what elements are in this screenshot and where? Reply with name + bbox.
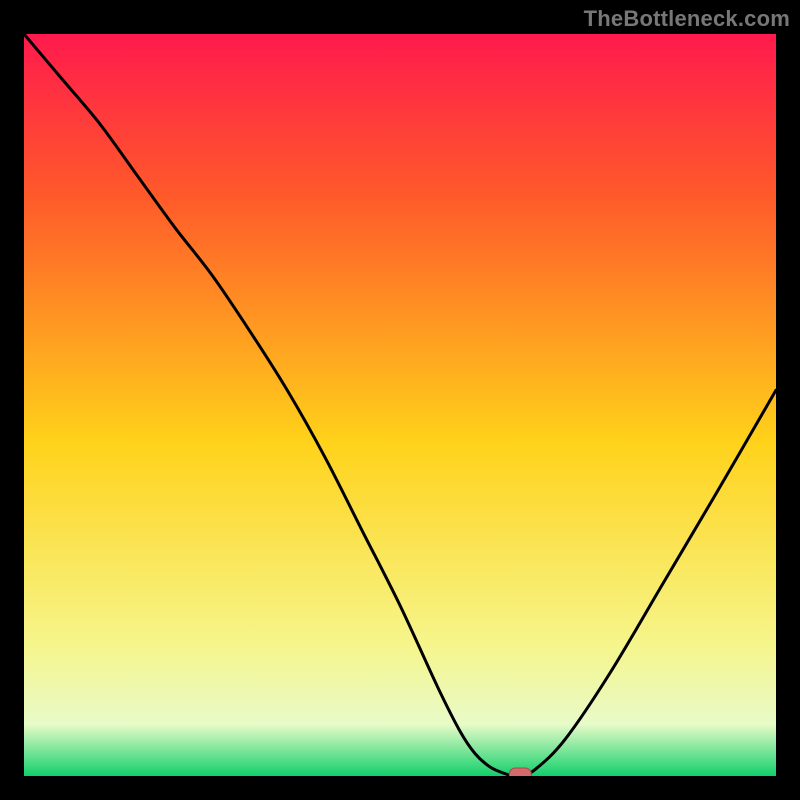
watermark-text: TheBottleneck.com [584,6,790,32]
plot-area [24,34,776,776]
gradient-background [24,34,776,776]
bottleneck-chart-svg [24,34,776,776]
optimal-marker [509,768,531,776]
chart-frame: TheBottleneck.com [0,0,800,800]
